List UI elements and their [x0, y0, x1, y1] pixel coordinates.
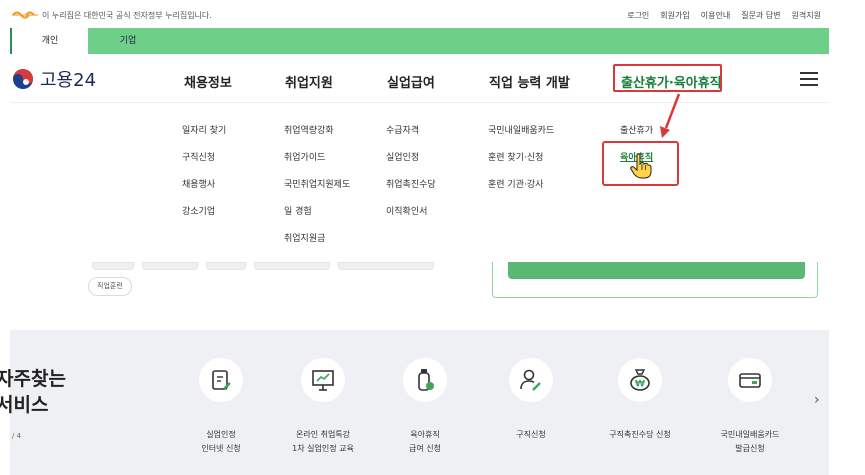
menu-icon[interactable]: [800, 72, 818, 86]
submenu-job-search[interactable]: 일자리 찾기: [182, 123, 226, 136]
document-pen-icon: [199, 358, 243, 402]
submenu-training-search[interactable]: 훈련 찾기·신청: [488, 150, 543, 163]
submenu-strong-companies[interactable]: 강소기업: [182, 204, 215, 217]
service-label: 구직신청: [516, 430, 546, 439]
egov-logo-icon: [12, 11, 38, 19]
mega-menu-dropdown: 일자리 찾기 구직신청 채용행사 강소기업 취업역량강화 취업가이드 국민취업지…: [10, 102, 829, 265]
service-label: 실업인정 인터넷 신청: [201, 430, 241, 453]
tab-business[interactable]: 기업: [88, 28, 168, 54]
frequent-services-section: 자주찾는 서비스 / 4 실업인정 인터넷 신청 온라인 취업특강 1차 실업인…: [0, 330, 829, 475]
service-label: 국민내일배움카드 발급신청: [720, 430, 780, 453]
remote-support-link[interactable]: 원격지원: [792, 10, 821, 21]
chevron-right-icon[interactable]: ›: [814, 392, 820, 408]
submenu-hiring-events[interactable]: 채용행사: [182, 177, 215, 190]
service-label: 구직촉진수당 신청: [609, 430, 671, 439]
submenu-promotion-allowance[interactable]: 취업촉진수당: [386, 177, 436, 190]
service-promotion-allowance[interactable]: ₩ 구직촉진수당 신청: [592, 358, 688, 442]
baby-bottle-icon: [403, 358, 447, 402]
background-search-button[interactable]: [508, 262, 805, 279]
submenu-subsidy[interactable]: 취업지원금: [284, 231, 325, 244]
site-logo[interactable]: 고용24: [12, 66, 96, 92]
tag-job-training[interactable]: 직업훈련: [88, 277, 132, 296]
qna-link[interactable]: 질문과 답변: [741, 10, 780, 21]
user-type-bar: 개인 기업: [10, 28, 829, 54]
gov-notice-bar: 이 누리집은 대한민국 공식 전자정부 누리집입니다. 로그인 회원가입 이용안…: [0, 0, 865, 28]
site-header: 고용24 채용정보 취업지원 실업급여 직업 능력 개발 출산휴가·육아휴직: [0, 54, 865, 102]
service-parental-leave-benefit[interactable]: 육아휴직 급여 신청: [377, 358, 473, 456]
utility-links: 로그인 회원가입 이용안내 질문과 답변 원격지원: [627, 10, 821, 21]
submenu-separation-confirmation[interactable]: 이직확인서: [386, 204, 427, 217]
submenu-unemployment-recognition[interactable]: 실업인정: [386, 150, 419, 163]
taegeuk-logo-icon: [13, 69, 33, 89]
person-pen-icon: [509, 358, 553, 402]
service-job-application[interactable]: 구직신청: [483, 358, 579, 442]
hand-pointer-icon: [630, 153, 652, 179]
submenu-eligibility[interactable]: 수급자격: [386, 123, 419, 136]
background-filter-chips: [92, 262, 434, 270]
money-bag-icon: ₩: [618, 358, 662, 402]
guide-link[interactable]: 이용안내: [701, 10, 730, 21]
gnb-job-training[interactable]: 직업 능력 개발: [489, 72, 570, 91]
tab-personal[interactable]: 개인: [10, 28, 88, 54]
background-panel: [492, 262, 818, 298]
gov-notice-text: 이 누리집은 대한민국 공식 전자정부 누리집입니다.: [42, 11, 212, 20]
service-label: 육아휴직 급여 신청: [409, 430, 441, 453]
annotation-arrow-icon: [660, 93, 681, 138]
service-unemployment-recognition[interactable]: 실업인정 인터넷 신청: [173, 358, 269, 456]
submenu-job-application[interactable]: 구직신청: [182, 150, 215, 163]
service-online-lecture[interactable]: 온라인 취업특강 1차 실업인정 교육: [275, 358, 371, 456]
submenu-capability[interactable]: 취업역량강화: [284, 123, 334, 136]
services-pagination: / 4: [12, 432, 22, 440]
login-link[interactable]: 로그인: [627, 10, 649, 21]
presentation-board-icon: [301, 358, 345, 402]
signup-link[interactable]: 회원가입: [660, 10, 689, 21]
gnb-employment-support[interactable]: 취업지원: [285, 72, 333, 91]
gnb-jobs[interactable]: 채용정보: [184, 72, 232, 91]
submenu-national-support[interactable]: 국민취업지원제도: [284, 177, 350, 190]
service-learning-card-issue[interactable]: 국민내일배움카드 발급신청: [702, 358, 798, 456]
services-title: 자주찾는 서비스: [0, 368, 66, 416]
service-label: 온라인 취업특강 1차 실업인정 교육: [292, 430, 354, 453]
highlight-box-gnb: [613, 64, 722, 92]
submenu-training-institutes[interactable]: 훈련 기관·강사: [488, 177, 543, 190]
submenu-maternity-leave[interactable]: 출산휴가: [620, 123, 653, 136]
submenu-job-guide[interactable]: 취업가이드: [284, 150, 325, 163]
gnb-unemployment-benefit[interactable]: 실업급여: [387, 72, 435, 91]
card-icon: [728, 358, 772, 402]
submenu-learning-card[interactable]: 국민내일배움카드: [488, 123, 554, 136]
svg-text:₩: ₩: [635, 380, 645, 390]
submenu-work-experience[interactable]: 일 경험: [284, 204, 312, 217]
site-logo-text: 고용24: [40, 70, 97, 91]
